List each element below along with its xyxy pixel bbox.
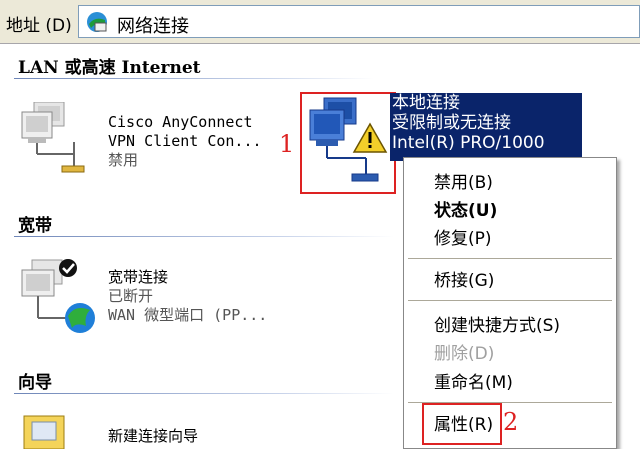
local-connection-item-selected[interactable]: 本地连接 受限制或无连接 Intel(R) PRO/1000: [390, 93, 582, 161]
menu-item-status[interactable]: 状态(U): [434, 200, 497, 222]
broadband-name: 宽带连接: [108, 268, 169, 286]
annotation-2: 2: [503, 408, 519, 436]
cisco-name-line2: VPN Client Con...: [108, 132, 262, 150]
broadband-connection-item[interactable]: 宽带连接 已断开 WAN 微型端口 (PP...: [108, 268, 267, 325]
section-divider: [14, 393, 394, 394]
cisco-status: 禁用: [108, 151, 139, 169]
wizard-item[interactable]: 新建连接向导: [108, 427, 198, 446]
address-input[interactable]: 网络连接: [78, 5, 640, 38]
section-divider: [14, 236, 394, 237]
broadband-device: WAN 微型端口 (PP...: [108, 306, 268, 324]
section-wizard-title: 向导: [18, 373, 52, 393]
annotation-box-2: [422, 403, 502, 445]
menu-item-rename[interactable]: 重命名(M): [434, 372, 513, 394]
menu-item-bridge[interactable]: 桥接(G): [434, 270, 494, 292]
section-broadband-title: 宽带: [18, 216, 52, 236]
cisco-name-line1: Cisco AnyConnect: [108, 113, 253, 131]
broadband-connection-icon[interactable]: [20, 258, 100, 336]
menu-item-disable[interactable]: 禁用(B): [434, 172, 493, 194]
menu-separator: [408, 258, 612, 262]
annotation-1: 1: [279, 130, 295, 158]
address-text: 网络连接: [117, 16, 189, 37]
network-connection-disabled-icon[interactable]: [18, 102, 88, 182]
menu-item-create-shortcut[interactable]: 创建快捷方式(S): [434, 315, 560, 337]
address-label: 地址 (D): [6, 16, 72, 36]
section-divider: [14, 78, 374, 79]
wizard-name: 新建连接向导: [108, 427, 199, 445]
broadband-status: 已断开: [108, 287, 154, 305]
menu-item-repair[interactable]: 修复(P): [434, 228, 492, 250]
cisco-connection-item[interactable]: Cisco AnyConnect VPN Client Con... 禁用: [108, 113, 262, 170]
address-toolbar: 地址 (D) 网络连接: [0, 0, 640, 44]
menu-item-delete: 删除(D): [434, 344, 495, 364]
local-connection-device: Intel(R) PRO/1000: [392, 133, 545, 153]
network-connection-warning-icon[interactable]: [304, 96, 390, 188]
new-connection-wizard-icon[interactable]: [22, 412, 68, 449]
section-lan-title: LAN 或高速 Internet: [18, 58, 201, 78]
local-connection-status: 受限制或无连接: [392, 113, 511, 133]
local-connection-name: 本地连接: [392, 93, 460, 113]
menu-separator: [408, 300, 612, 304]
network-folder-icon: [87, 12, 107, 32]
